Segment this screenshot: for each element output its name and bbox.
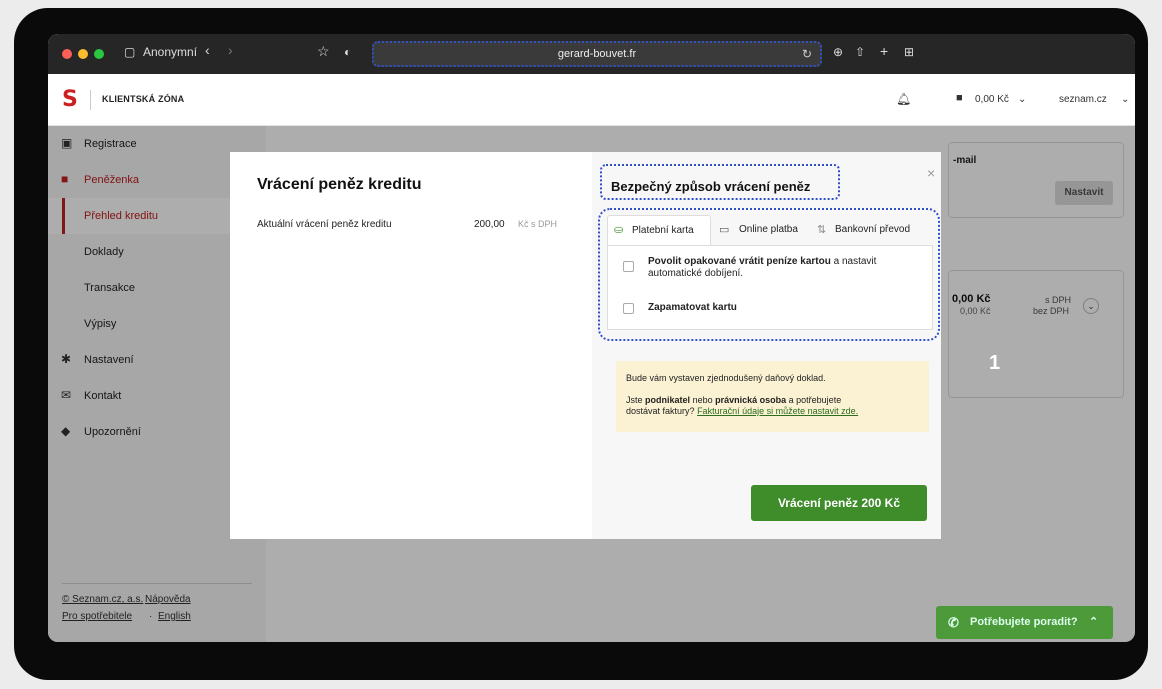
back-icon[interactable]: ‹ xyxy=(205,42,210,58)
close-window-button[interactable] xyxy=(62,49,72,59)
refund-row-label: Aktuální vrácení peněz kreditu xyxy=(257,219,392,230)
tab-bankovni-prevod[interactable]: ⇅ Bankovní převod xyxy=(815,215,910,245)
allow-recurring-bold: Povolit opakované vrátit peníze kartou xyxy=(648,256,831,267)
payment-method-title: Bezpečný způsob vrácení peněz xyxy=(611,179,811,194)
bookmark-star-icon[interactable]: ☆ xyxy=(317,43,330,60)
reload-icon[interactable]: ↻ xyxy=(802,47,812,61)
header-balance[interactable]: 0,00 Kč xyxy=(975,94,1009,105)
payment-tabs: ⛀ Platební karta ▭ Online platba ⇅ Banko… xyxy=(607,215,933,245)
phone-icon: ✆ xyxy=(948,615,959,630)
app-header: S KLIENTSKÁ ZÓNA 🔔︎ ■ 0,00 Kč ⌄ seznam.c… xyxy=(48,74,1135,126)
refund-row-unit: Kč s DPH xyxy=(518,219,558,229)
card-options-panel: Povolit opakované vrátit peníze kartou a… xyxy=(607,245,933,330)
notification-bell-icon[interactable]: 🔔︎ xyxy=(896,92,911,106)
browser-toolbar: ▢ Anonymní ‹ › ☆ ◐ gerard-bouvet.fr ↻ ⊕ … xyxy=(48,34,1135,74)
allow-recurring-label[interactable]: Povolit opakované vrátit peníze kartou a… xyxy=(648,256,876,280)
notice-text: dostávat faktury? xyxy=(626,406,695,416)
allow-recurring-rest: a nastavit xyxy=(833,256,877,267)
allow-recurring-line2: automatické dobíjení. xyxy=(648,268,744,279)
notice-text: a potřebujete xyxy=(788,395,842,405)
help-chat-button[interactable]: ✆ Potřebujete poradit? ⌃ xyxy=(936,606,1113,639)
close-icon[interactable]: × xyxy=(927,165,935,181)
address-bar[interactable]: gerard-bouvet.fr ↻ xyxy=(372,41,822,67)
logo-divider xyxy=(90,90,91,110)
help-chat-label: Potřebujete poradit? xyxy=(970,616,1078,628)
transfer-arrows-icon: ⇅ xyxy=(817,224,827,236)
shield-icon[interactable]: ◐ xyxy=(344,45,351,59)
notice-bold: podnikatel xyxy=(645,395,691,405)
card-icon: ⛀ xyxy=(614,224,624,236)
notice-text: nebo xyxy=(692,395,713,405)
address-bar-url: gerard-bouvet.fr xyxy=(557,48,637,60)
remember-card-label[interactable]: Zapamatovat kartu xyxy=(648,302,737,314)
balance-chevron-down-icon[interactable]: ⌄ xyxy=(1018,94,1026,105)
minimize-window-button[interactable] xyxy=(78,49,88,59)
refund-submit-button[interactable]: Vrácení peněz 200 Kč xyxy=(751,485,927,521)
new-tab-icon[interactable]: + xyxy=(880,43,888,59)
chevron-up-icon: ⌃ xyxy=(1089,616,1099,628)
annotation-number: 1 xyxy=(989,352,1001,374)
remember-card-checkbox[interactable] xyxy=(623,303,634,314)
share-icon[interactable]: ⇧ xyxy=(855,45,865,59)
notice-line-1: Bude vám vystaven zjednodušený daňový do… xyxy=(626,373,826,383)
laptop-icon: ▭ xyxy=(719,224,730,236)
allow-recurring-checkbox[interactable] xyxy=(623,261,634,272)
tab-overview-icon[interactable]: ⊞ xyxy=(904,45,914,59)
tax-document-notice: Bude vám vystaven zjednodušený daňový do… xyxy=(616,361,929,432)
wallet-icon: ■ xyxy=(956,92,963,104)
modal-summary-panel: Vrácení peněz kreditu Aktuální vrácení p… xyxy=(230,152,592,539)
seznam-logo[interactable]: S xyxy=(62,87,78,112)
notice-text: Jste xyxy=(626,395,643,405)
tab-label: Online platba xyxy=(739,224,798,235)
zoom-window-button[interactable] xyxy=(94,49,104,59)
window-controls xyxy=(62,49,104,59)
modal-payment-panel: Bezpečný způsob vrácení peněz × ⛀ Plateb… xyxy=(592,152,941,539)
tab-online-platba[interactable]: ▭ Online platba xyxy=(719,215,798,245)
refund-modal: Vrácení peněz kreditu Aktuální vrácení p… xyxy=(230,152,941,539)
notice-bold: právnická osoba xyxy=(715,395,787,405)
account-chevron-down-icon[interactable]: ⌄ xyxy=(1121,94,1129,105)
screenshot-frame: ▢ Anonymní ‹ › ☆ ◐ gerard-bouvet.fr ↻ ⊕ … xyxy=(0,0,1162,689)
modal-title: Vrácení peněz kreditu xyxy=(257,176,422,193)
forward-icon[interactable]: › xyxy=(228,42,233,58)
private-window-label: Anonymní xyxy=(143,45,198,59)
sidebar-toggle-icon[interactable]: ▢ xyxy=(124,45,135,59)
tab-label: Platební karta xyxy=(632,225,694,236)
browser-window: ▢ Anonymní ‹ › ☆ ◐ gerard-bouvet.fr ↻ ⊕ … xyxy=(48,34,1135,642)
tab-label: Bankovní převod xyxy=(835,224,911,235)
notice-line-2: Jste podnikatel nebo právnická osoba a p… xyxy=(626,395,858,417)
download-icon[interactable]: ⊕ xyxy=(833,45,843,59)
billing-details-link[interactable]: Fakturační údaje si můžete nastavit zde. xyxy=(697,406,858,416)
account-menu[interactable]: seznam.cz xyxy=(1059,94,1107,105)
refund-row-value: 200,00 xyxy=(474,219,505,230)
tab-platebni-karta[interactable]: ⛀ Platební karta xyxy=(607,215,711,245)
client-zone-title: KLIENTSKÁ ZÓNA xyxy=(102,94,185,104)
